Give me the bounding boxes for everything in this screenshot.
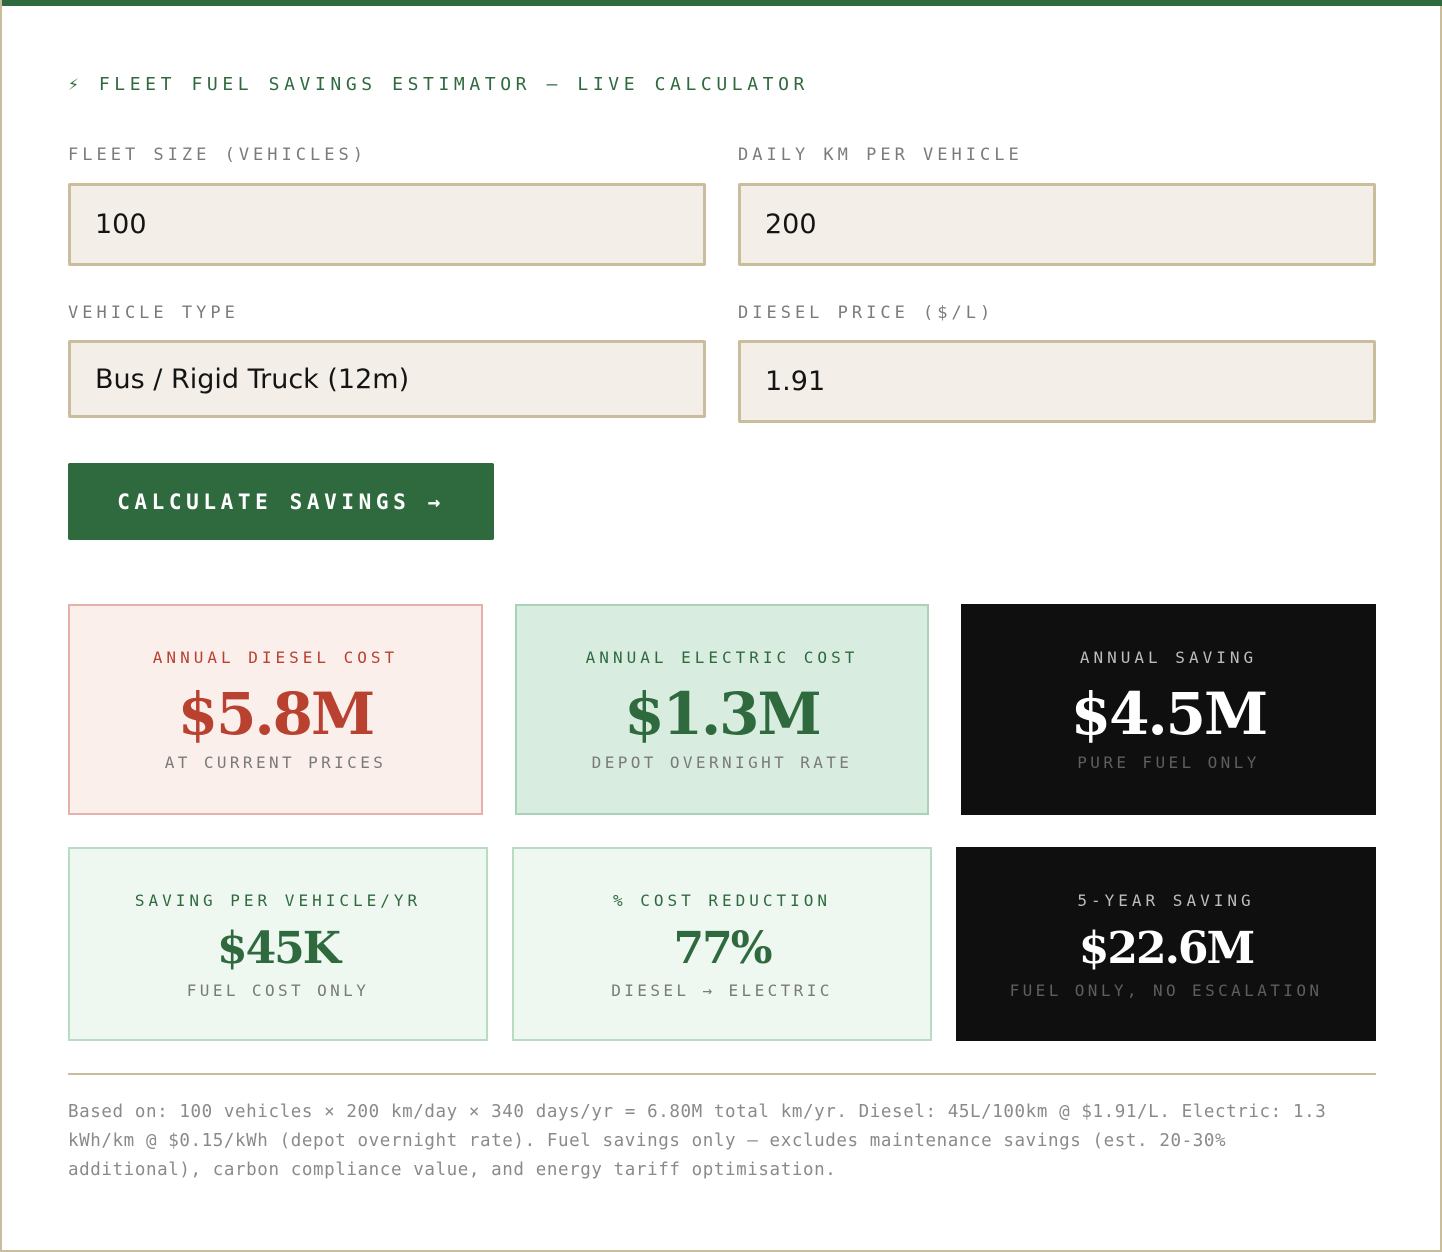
page-title: ⚡ FLEET FUEL SAVINGS ESTIMATOR — LIVE CA… [68, 74, 809, 95]
annual-saving-card: ANNUAL SAVING $4.5M PURE FUEL ONLY [961, 604, 1376, 815]
calculate-savings-button[interactable]: CALCULATE SAVINGS → [68, 463, 494, 540]
cost-reduction-label: % COST REDUCTION [612, 891, 832, 910]
fleet-size-input[interactable]: 100 [68, 183, 706, 266]
cost-reduction-card: % COST REDUCTION 77% DIESEL → ELECTRIC [512, 847, 932, 1041]
daily-km-input[interactable]: 200 [738, 183, 1376, 266]
divider [68, 1073, 1376, 1075]
cost-reduction-note: DIESEL → ELECTRIC [611, 981, 833, 1000]
saving-per-vehicle-label: SAVING PER VEHICLE/YR [134, 891, 422, 910]
annual-electric-cost-note: DEPOT OVERNIGHT RATE [591, 753, 853, 772]
five-year-saving-card: 5-YEAR SAVING $22.6M FUEL ONLY, NO ESCAL… [956, 847, 1376, 1041]
saving-per-vehicle-value: $45K [216, 923, 341, 974]
annual-electric-cost-value: $1.3M [624, 680, 821, 748]
calculator-panel: ⚡ FLEET FUEL SAVINGS ESTIMATOR — LIVE CA… [0, 0, 1442, 1252]
annual-electric-cost-label: ANNUAL ELECTRIC COST [585, 648, 859, 667]
five-year-saving-label: 5-YEAR SAVING [1077, 891, 1255, 910]
annual-saving-label: ANNUAL SAVING [1079, 648, 1258, 667]
vehicle-type-value: Bus / Rigid Truck (12m) [95, 363, 410, 395]
annual-saving-value: $4.5M [1070, 680, 1268, 748]
annual-diesel-cost-label: ANNUAL DIESEL COST [152, 648, 399, 667]
vehicle-type-select[interactable]: Bus / Rigid Truck (12m) [68, 340, 706, 418]
annual-saving-note: PURE FUEL ONLY [1077, 753, 1260, 772]
calculation-footnote: Based on: 100 vehicles × 200 km/day × 34… [68, 1102, 1327, 1180]
saving-per-vehicle-card: SAVING PER VEHICLE/YR $45K FUEL COST ONL… [68, 847, 488, 1041]
daily-km-value: 200 [765, 209, 817, 240]
vehicle-type-label: VEHICLE TYPE [68, 303, 239, 323]
diesel-price-value: 1.91 [765, 366, 826, 397]
annual-diesel-cost-card: ANNUAL DIESEL COST $5.8M AT CURRENT PRIC… [68, 604, 483, 815]
daily-km-label: DAILY KM PER VEHICLE [738, 145, 1023, 165]
fleet-size-label: FLEET SIZE (VEHICLES) [68, 145, 367, 165]
diesel-price-input[interactable]: 1.91 [738, 340, 1376, 423]
five-year-saving-note: FUEL ONLY, NO ESCALATION [1009, 981, 1323, 1000]
five-year-saving-value: $22.6M [1078, 923, 1255, 974]
annual-diesel-cost-value: $5.8M [177, 680, 375, 748]
fleet-size-value: 100 [95, 209, 147, 240]
saving-per-vehicle-note: FUEL COST ONLY [186, 981, 370, 1000]
top-accent-bar [2, 0, 1442, 6]
diesel-price-label: DIESEL PRICE ($/L) [738, 303, 995, 323]
annual-electric-cost-card: ANNUAL ELECTRIC COST $1.3M DEPOT OVERNIG… [515, 604, 929, 815]
annual-diesel-cost-note: AT CURRENT PRICES [164, 753, 387, 772]
cost-reduction-value: 77% [673, 923, 772, 974]
